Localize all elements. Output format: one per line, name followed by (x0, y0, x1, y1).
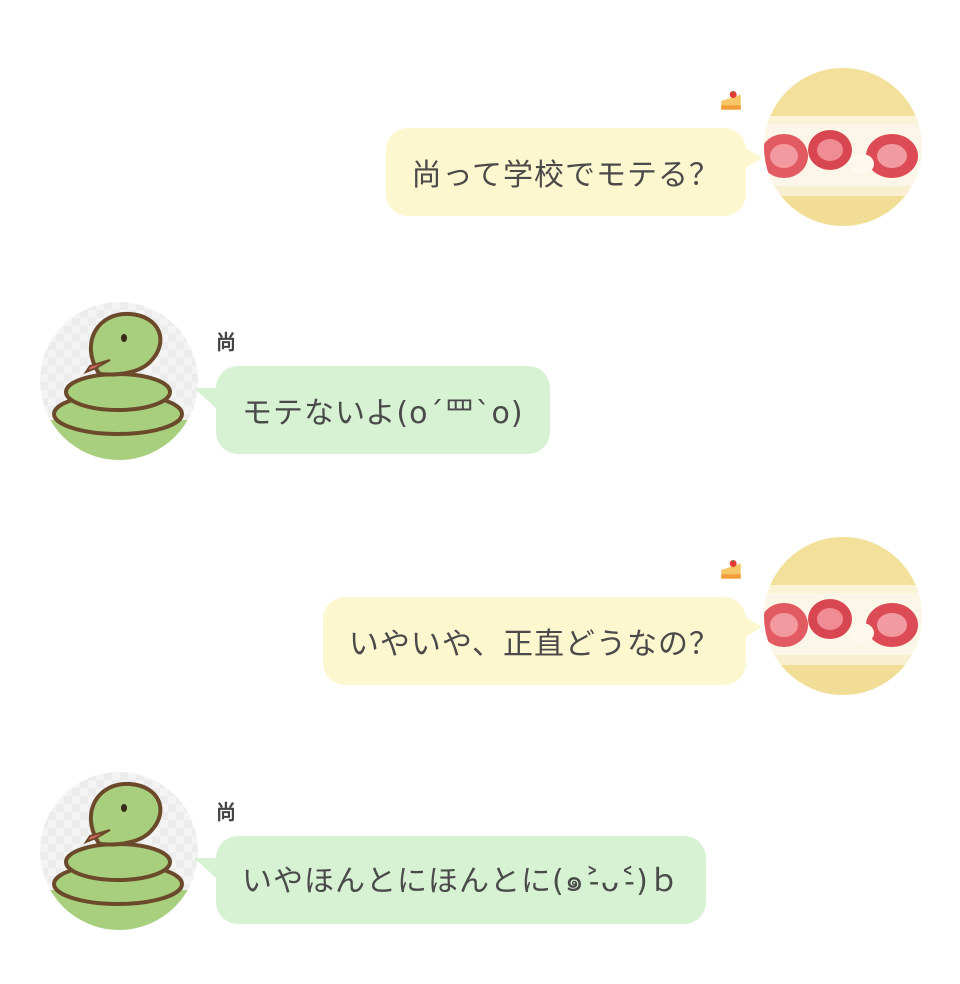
message-text: 尚って学校でモテる？ (411, 158, 720, 193)
sender-name: 尚 (216, 800, 236, 824)
sender-name: 尚 (216, 330, 236, 354)
chat-message-incoming: 尚 いやほんとにほんとに(๑˃̵ᴗ˂̵)ｂ (0, 772, 960, 932)
message-bubble[interactable]: 尚って学校でモテる？ (385, 128, 762, 216)
chat-message-outgoing: いやいや、正直どうなの？ (0, 537, 960, 697)
chat-message-incoming: 尚 モテないよ(o´罒`o) (0, 302, 960, 462)
self-avatar[interactable] (764, 537, 922, 695)
message-text: モテないよ(o´罒`o) (242, 396, 524, 431)
chat-message-outgoing: 尚って学校でモテる？ (0, 68, 960, 228)
message-bubble[interactable]: いやほんとにほんとに(๑˃̵ᴗ˂̵)ｂ (194, 836, 706, 924)
cake-icon (718, 88, 744, 118)
message-text: いやほんとにほんとに(๑˃̵ᴗ˂̵)ｂ (242, 863, 680, 899)
message-bubble[interactable]: いやいや、正直どうなの？ (322, 597, 763, 685)
self-avatar[interactable] (764, 68, 922, 226)
cake-icon (718, 557, 744, 587)
sender-avatar[interactable] (40, 772, 198, 930)
message-text: いやいや、正直どうなの？ (348, 627, 720, 662)
message-bubble[interactable]: モテないよ(o´罒`o) (194, 366, 550, 454)
sender-avatar[interactable] (40, 302, 198, 460)
